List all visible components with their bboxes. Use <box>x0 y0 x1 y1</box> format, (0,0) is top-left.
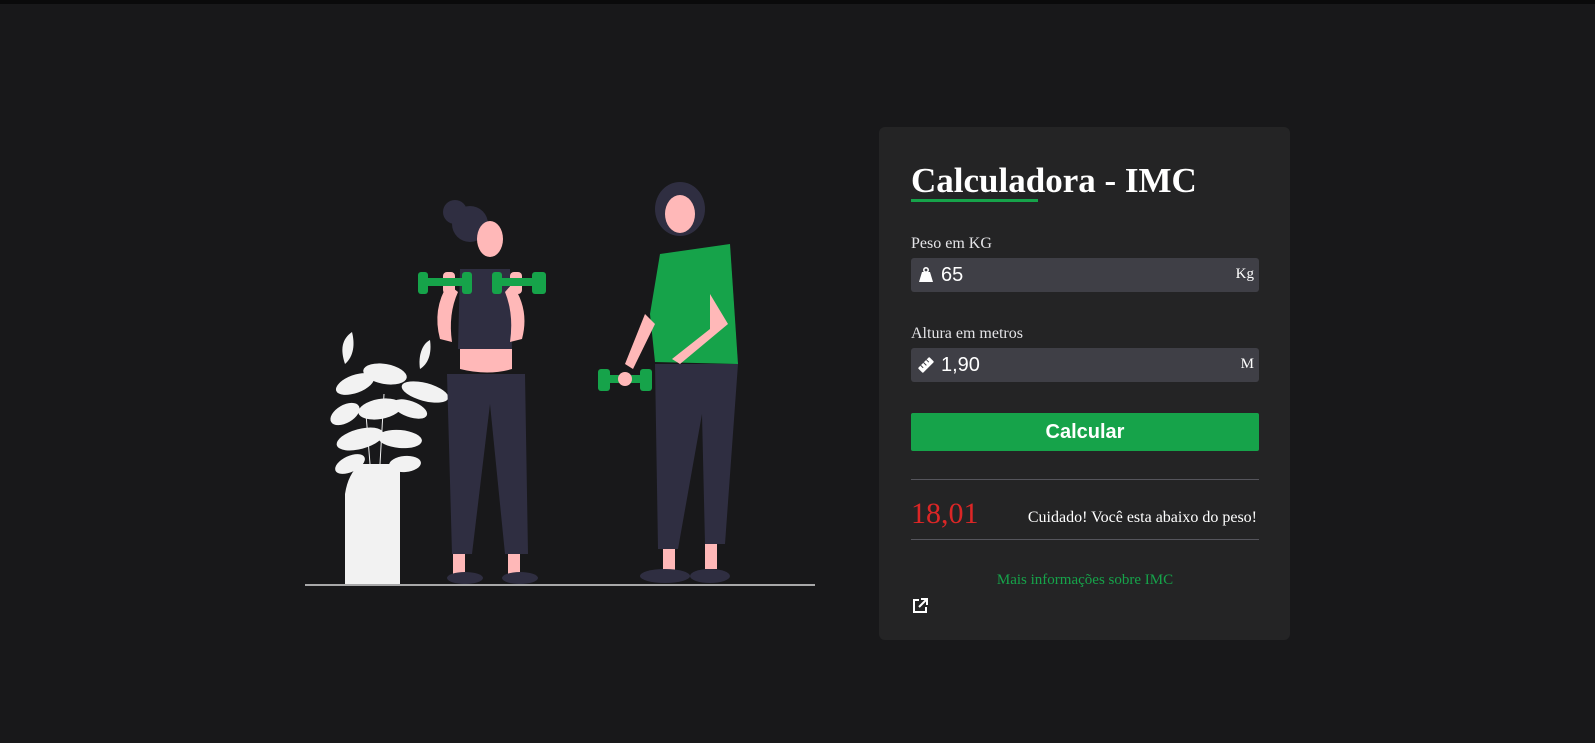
title-underline <box>911 199 1038 202</box>
bmi-calculator-card: Calculadora - IMC Peso em KG Kg Altura e… <box>879 127 1290 640</box>
man-figure <box>598 182 738 583</box>
calculate-button[interactable]: Calcular <box>911 413 1259 451</box>
ruler-icon <box>917 356 935 374</box>
plant-illustration <box>330 332 449 584</box>
height-field[interactable]: M <box>911 348 1259 382</box>
height-unit: M <box>1240 356 1254 372</box>
more-info-link[interactable]: Mais informações sobre IMC <box>911 572 1259 589</box>
fitness-illustration <box>300 164 820 594</box>
height-input[interactable] <box>941 348 1201 382</box>
bmi-result-value: 18,01 <box>911 497 979 530</box>
height-label: Altura em metros <box>911 325 1023 342</box>
weight-field[interactable]: Kg <box>911 258 1259 292</box>
weight-unit: Kg <box>1235 266 1254 282</box>
weight-input[interactable] <box>941 258 1201 292</box>
weight-icon <box>917 266 935 284</box>
page-title: Calculadora - IMC <box>911 161 1197 200</box>
result-divider-top <box>911 479 1259 480</box>
result-divider-bottom <box>911 539 1259 540</box>
weight-label: Peso em KG <box>911 235 992 252</box>
external-link-icon[interactable] <box>911 597 929 615</box>
bmi-result-message: Cuidado! Você esta abaixo do peso! <box>1027 509 1257 526</box>
